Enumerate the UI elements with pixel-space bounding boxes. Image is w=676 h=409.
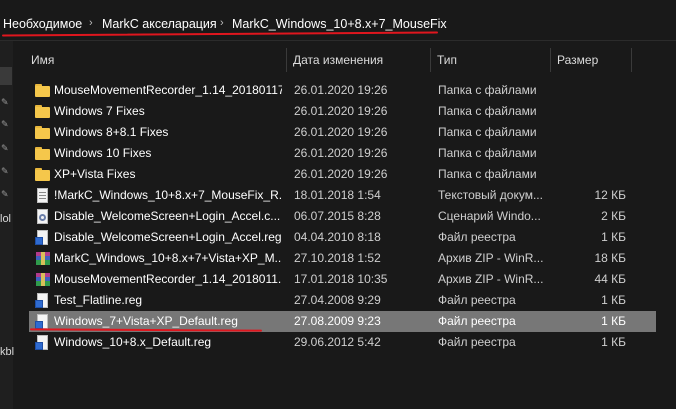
- breadcrumb-item-1[interactable]: MarkC акселарация: [102, 17, 217, 31]
- file-type: Файл реестра: [438, 314, 516, 328]
- file-row[interactable]: Windows 8+8.1 Fixes 26.01.2020 19:26 Пап…: [29, 122, 656, 143]
- file-row[interactable]: Windows 7 Fixes 26.01.2020 19:26 Папка с…: [29, 101, 656, 122]
- file-name: Windows_10+8.x_Default.reg: [54, 335, 212, 349]
- column-header-type[interactable]: Тип: [431, 48, 549, 72]
- nav-item-fragment[interactable]: lol: [0, 213, 11, 225]
- nav-selection-highlight: [0, 67, 12, 85]
- file-size: 12 КБ: [594, 188, 626, 202]
- file-size: 2 КБ: [601, 209, 626, 223]
- file-date: 26.01.2020 19:26: [294, 146, 388, 160]
- registry-file-icon: [35, 230, 51, 246]
- file-type: Папка с файлами: [438, 167, 537, 181]
- breadcrumb-chevron-icon[interactable]: ›: [89, 17, 93, 29]
- file-type: Папка с файлами: [438, 104, 537, 118]
- file-row[interactable]: XP+Vista Fixes 26.01.2020 19:26 Папка с …: [29, 164, 656, 185]
- file-type: Текстовый докум...: [438, 188, 543, 202]
- folder-icon: [35, 104, 51, 120]
- breadcrumb-item-2[interactable]: MarkC_Windows_10+8.x+7_MouseFix: [232, 17, 447, 31]
- file-row[interactable]: MarkC_Windows_10+8.x+7+Vista+XP_M... 27.…: [29, 248, 656, 269]
- file-type: Архив ZIP - WinR...: [438, 272, 544, 286]
- file-date: 06.07.2015 8:28: [294, 209, 381, 223]
- file-name: Disable_WelcomeScreen+Login_Accel.c...: [54, 209, 281, 223]
- file-date: 17.01.2018 10:35: [294, 272, 388, 286]
- file-type: Архив ZIP - WinR...: [438, 251, 544, 265]
- file-name: Windows 10 Fixes: [54, 146, 152, 160]
- file-type: Папка с файлами: [438, 83, 537, 97]
- file-date: 18.01.2018 1:54: [294, 188, 381, 202]
- file-date: 26.01.2020 19:26: [294, 104, 388, 118]
- folder-icon: [35, 167, 51, 183]
- navigation-pane: ✎ ✎ ✎ ✎ ✎ lol kbl: [0, 41, 14, 409]
- file-type: Сценарий Windo...: [438, 209, 541, 223]
- file-size: [554, 143, 626, 164]
- file-date: 29.06.2012 5:42: [294, 335, 381, 349]
- file-size: 44 КБ: [594, 272, 626, 286]
- file-type: Файл реестра: [438, 335, 516, 349]
- file-row[interactable]: Disable_WelcomeScreen+Login_Accel.reg 04…: [29, 227, 656, 248]
- file-date: 27.10.2018 1:52: [294, 251, 381, 265]
- pin-icon: ✎: [1, 189, 9, 199]
- breadcrumb-chevron-icon[interactable]: ›: [220, 17, 224, 29]
- file-name: Windows 8+8.1 Fixes: [54, 125, 169, 139]
- file-row[interactable]: Windows 10 Fixes 26.01.2020 19:26 Папка …: [29, 143, 656, 164]
- file-row[interactable]: Disable_WelcomeScreen+Login_Accel.c... 0…: [29, 206, 656, 227]
- file-size: [554, 164, 626, 185]
- file-date: 04.04.2010 8:18: [294, 230, 381, 244]
- file-date: 27.04.2008 9:29: [294, 293, 381, 307]
- file-type: Папка с файлами: [438, 125, 537, 139]
- column-header-size[interactable]: Размер: [551, 48, 631, 72]
- file-type: Файл реестра: [438, 293, 516, 307]
- file-size: [554, 101, 626, 122]
- zip-archive-icon: [35, 251, 51, 267]
- file-name: XP+Vista Fixes: [54, 167, 136, 181]
- breadcrumb-item-0[interactable]: Необходимое: [3, 17, 82, 31]
- file-name: MouseMovementRecorder_1.14_20180117x: [54, 83, 282, 97]
- file-size: [554, 122, 626, 143]
- column-header-date[interactable]: Дата изменения: [287, 48, 430, 72]
- file-row[interactable]: Test_Flatline.reg 27.04.2008 9:29 Файл р…: [29, 290, 656, 311]
- file-name: Windows 7 Fixes: [54, 104, 145, 118]
- file-name: !MarkC_Windows_10+8.x+7_MouseFix_R...: [54, 188, 282, 202]
- file-name: Disable_WelcomeScreen+Login_Accel.reg: [54, 230, 282, 244]
- file-row[interactable]: Windows_10+8.x_Default.reg 29.06.2012 5:…: [29, 332, 656, 353]
- column-headers: Имя Дата изменения Тип Размер: [25, 48, 676, 72]
- file-date: 27.08.2009 9:23: [294, 314, 381, 328]
- address-breadcrumb: Необходимое › MarkC акселарация › MarkC_…: [0, 0, 676, 41]
- file-size: 1 КБ: [601, 314, 626, 328]
- zip-archive-icon: [35, 272, 51, 288]
- file-type: Папка с файлами: [438, 146, 537, 160]
- file-row[interactable]: MouseMovementRecorder_1.14_2018011... 17…: [29, 269, 656, 290]
- file-type: Файл реестра: [438, 230, 516, 244]
- folder-icon: [35, 83, 51, 99]
- column-header-name[interactable]: Имя: [25, 48, 284, 72]
- pin-icon: ✎: [1, 119, 9, 129]
- file-name: Test_Flatline.reg: [54, 293, 143, 307]
- file-size: 18 КБ: [594, 251, 626, 265]
- registry-file-icon: [35, 335, 51, 351]
- folder-icon: [35, 146, 51, 162]
- pin-icon: ✎: [1, 166, 9, 176]
- column-divider[interactable]: [631, 48, 632, 72]
- file-name: MarkC_Windows_10+8.x+7+Vista+XP_M...: [54, 251, 282, 265]
- file-date: 26.01.2020 19:26: [294, 83, 388, 97]
- folder-icon: [35, 125, 51, 141]
- file-size: 1 КБ: [601, 335, 626, 349]
- file-size: 1 КБ: [601, 293, 626, 307]
- file-date: 26.01.2020 19:26: [294, 167, 388, 181]
- file-name: MouseMovementRecorder_1.14_2018011...: [54, 272, 282, 286]
- pin-icon: ✎: [1, 97, 9, 107]
- file-row[interactable]: MouseMovementRecorder_1.14_20180117x 26.…: [29, 80, 656, 101]
- registry-file-icon: [35, 293, 51, 309]
- pin-icon: ✎: [1, 143, 9, 153]
- nav-item-fragment[interactable]: kbl: [0, 346, 14, 358]
- file-date: 26.01.2020 19:26: [294, 125, 388, 139]
- text-document-icon: [35, 188, 51, 204]
- red-underline-annotation: [1, 31, 439, 37]
- file-size: [554, 80, 626, 101]
- script-icon: [35, 209, 51, 225]
- file-row[interactable]: !MarkC_Windows_10+8.x+7_MouseFix_R... 18…: [29, 185, 656, 206]
- file-size: 1 КБ: [601, 230, 626, 244]
